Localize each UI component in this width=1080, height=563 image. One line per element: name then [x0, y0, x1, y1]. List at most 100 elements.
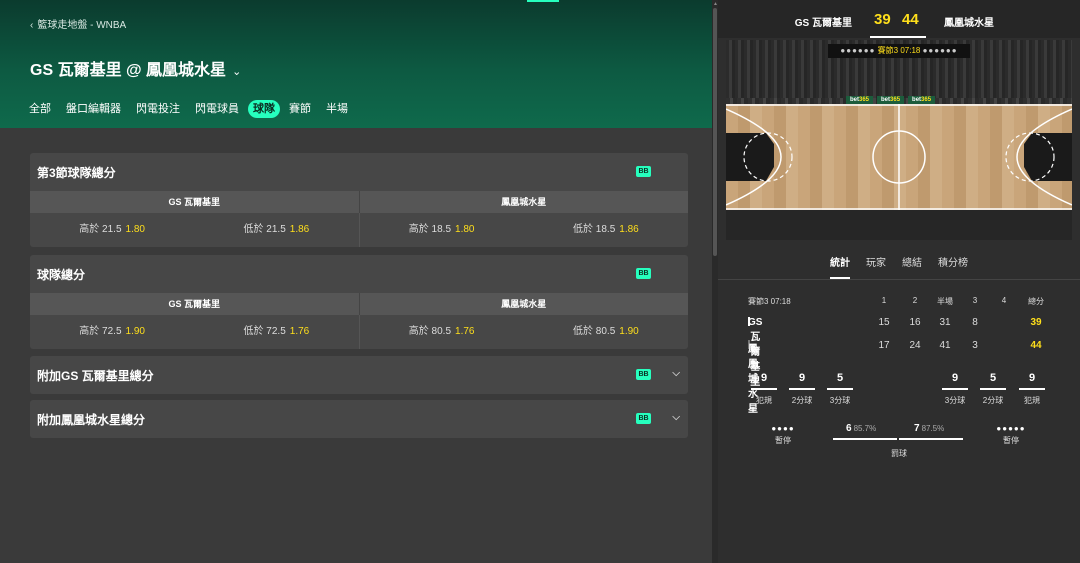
score-table-header: 賽節3 07:18 1 2 半場 3 4 總分	[748, 296, 1068, 310]
odds-price: 1.80	[455, 224, 475, 235]
tab-all[interactable]: 全部	[29, 100, 51, 118]
stat-label: 3分球	[829, 396, 851, 405]
stat-label: 犯規	[756, 396, 772, 405]
main-panel: ‹ 籃球走地盤 - WNBA GS 瓦爾基里 @ 鳳凰城水星 ⌄ 全部 盤口編輯器 …	[0, 0, 712, 563]
market-header[interactable]: 第3節球隊總分 BB	[30, 153, 688, 191]
stat-bar	[789, 388, 815, 390]
ft-pct: 85.7%	[853, 424, 877, 433]
scoreboard-score2: 44	[902, 11, 919, 28]
stat-value: 9	[1028, 372, 1036, 384]
market-card-collapsed[interactable]: 附加鳳凰城水星總分 BB ⌵	[30, 400, 688, 438]
period-label: 賽節3	[877, 46, 899, 55]
tab-stats[interactable]: 統計	[830, 254, 850, 279]
match-live-panel: GS 瓦爾基里 39 44 鳳凰城水星 ●●●●●● 賽節3 07:18 ●●●…	[718, 0, 1080, 563]
header-q4: 4	[1001, 296, 1007, 305]
header-q3: 3	[972, 296, 978, 305]
tab-players[interactable]: 玩家	[866, 254, 886, 269]
bet-builder-badge: BB	[636, 268, 651, 279]
tab-flash-bets[interactable]: 閃電投注	[136, 100, 180, 118]
team2-fouls-dots: ●●●●●●	[922, 46, 958, 55]
odds-group-team2: 高於 18.5 1.80 低於 18.5 1.86	[360, 213, 689, 247]
odds-price: 1.90	[125, 326, 145, 337]
odds-button[interactable]: 高於 72.5 1.90	[30, 315, 194, 349]
breadcrumb[interactable]: ‹ 籃球走地盤 - WNBA	[30, 16, 126, 31]
ad-banners: bet365 bet365 bet365	[846, 96, 936, 104]
odds-row: 高於 72.5 1.90 低於 72.5 1.76 高於 80.5 1.76 低於 8…	[30, 315, 688, 349]
market-title: 附加鳳凰城水星總分	[37, 412, 146, 427]
timeout-label: 暫停	[775, 436, 791, 445]
match-title: GS 瓦爾基里 @ 鳳凰城水星	[30, 62, 227, 79]
market-header[interactable]: 附加GS 瓦爾基里總分 BB ⌵	[30, 356, 688, 394]
stat-2pt-team1: 9 2分球	[789, 372, 815, 406]
tab-standings[interactable]: 積分榜	[938, 254, 968, 269]
divider	[718, 279, 1080, 280]
page-title[interactable]: GS 瓦爾基里 @ 鳳凰城水星 ⌄	[30, 56, 241, 80]
odds-button[interactable]: 高於 80.5 1.76	[360, 315, 524, 349]
market-card: 第3節球隊總分 BB GS 瓦爾基里 鳳凰城水星 高於 21.5 1.80 低於 2…	[30, 153, 688, 247]
free-throw-team2: 7 87.5%	[914, 423, 944, 434]
stat-value: 5	[836, 372, 844, 384]
scoreboard: GS 瓦爾基里 39 44 鳳凰城水星	[718, 0, 1080, 38]
stat-bar	[1019, 388, 1045, 390]
total-score: 44	[1030, 340, 1042, 351]
chevron-down-icon: ⌵	[672, 368, 680, 379]
odds-button[interactable]: 高於 21.5 1.80	[30, 213, 194, 247]
bet-builder-badge: BB	[636, 166, 651, 177]
timeout-dots: ●●●●	[771, 424, 795, 433]
column-team2: 鳳凰城水星	[501, 197, 547, 207]
ad-text: bet	[912, 97, 922, 103]
odds-label: 高於 18.5	[408, 224, 452, 235]
team1-fouls-dots: ●●●●●●	[840, 46, 876, 55]
ft-pct: 87.5%	[921, 424, 945, 433]
tab-bet-builder[interactable]: 盤口編輯器	[66, 100, 121, 118]
scoreboard-score1: 39	[874, 11, 891, 28]
active-indicator	[527, 0, 559, 2]
ft-value: 7	[914, 423, 920, 434]
stat-value: 9	[760, 372, 768, 384]
odds-button[interactable]: 低於 18.5 1.86	[524, 213, 688, 247]
stat-label: 2分球	[982, 396, 1004, 405]
odds-button[interactable]: 低於 80.5 1.90	[524, 315, 688, 349]
tab-team[interactable]: 球隊	[248, 100, 280, 118]
market-card-collapsed[interactable]: 附加GS 瓦爾基里總分 BB ⌵	[30, 356, 688, 394]
market-title: 附加GS 瓦爾基里總分	[37, 368, 154, 383]
header-q2: 2	[912, 296, 918, 305]
column-team2: 鳳凰城水星	[501, 299, 547, 309]
score-cell: 31	[939, 317, 951, 328]
market-header[interactable]: 球隊總分 BB	[30, 255, 688, 293]
odds-group-team1: 高於 72.5 1.90 低於 72.5 1.76	[30, 315, 360, 349]
odds-price: 1.76	[289, 326, 310, 337]
odds-label: 高於 21.5	[79, 224, 122, 235]
tab-summary[interactable]: 總結	[902, 254, 922, 269]
market-tabs: 全部 盤口編輯器 閃電投注 閃電球員 球隊 賽節 半場	[29, 100, 363, 118]
header-total: 總分	[1028, 297, 1044, 306]
stat-bar	[942, 388, 968, 390]
header-half: 半場	[937, 297, 953, 306]
odds-button[interactable]: 低於 72.5 1.76	[194, 315, 358, 349]
stat-bar	[751, 388, 777, 390]
free-throw-label: 罰球	[891, 449, 907, 458]
scoreboard-underline	[870, 36, 926, 38]
market-card: 球隊總分 BB GS 瓦爾基里 鳳凰城水星 高於 72.5 1.90 低於 72.5…	[30, 255, 688, 349]
market-title: 球隊總分	[37, 267, 86, 282]
free-throw-bar-team1	[833, 438, 897, 440]
stat-label: 3分球	[944, 396, 966, 405]
chevron-down-icon: ⌵	[672, 412, 680, 423]
ad-banner: bet365	[908, 96, 936, 104]
scoreboard-team1: GS 瓦爾基里	[794, 18, 852, 29]
scrollbar-thumb[interactable]	[713, 8, 717, 256]
scoreboard-team2: 鳳凰城水星	[944, 18, 994, 29]
market-header[interactable]: 附加鳳凰城水星總分 BB ⌵	[30, 400, 688, 438]
tab-quarter[interactable]: 賽節	[289, 100, 311, 118]
ad-number: 365	[890, 97, 901, 103]
market-column-header: GS 瓦爾基里 鳳凰城水星	[30, 293, 688, 315]
score-cell: 17	[878, 340, 890, 351]
odds-button[interactable]: 高於 18.5 1.80	[360, 213, 524, 247]
odds-button[interactable]: 低於 21.5 1.86	[194, 213, 358, 247]
tab-flash-players[interactable]: 閃電球員	[195, 100, 239, 118]
timeouts-team1: ●●●● 暫停	[768, 424, 798, 446]
stat-bar	[980, 388, 1006, 390]
tab-half[interactable]: 半場	[326, 100, 348, 118]
odds-label: 高於 72.5	[79, 326, 122, 337]
bet-builder-badge: BB	[636, 369, 651, 380]
